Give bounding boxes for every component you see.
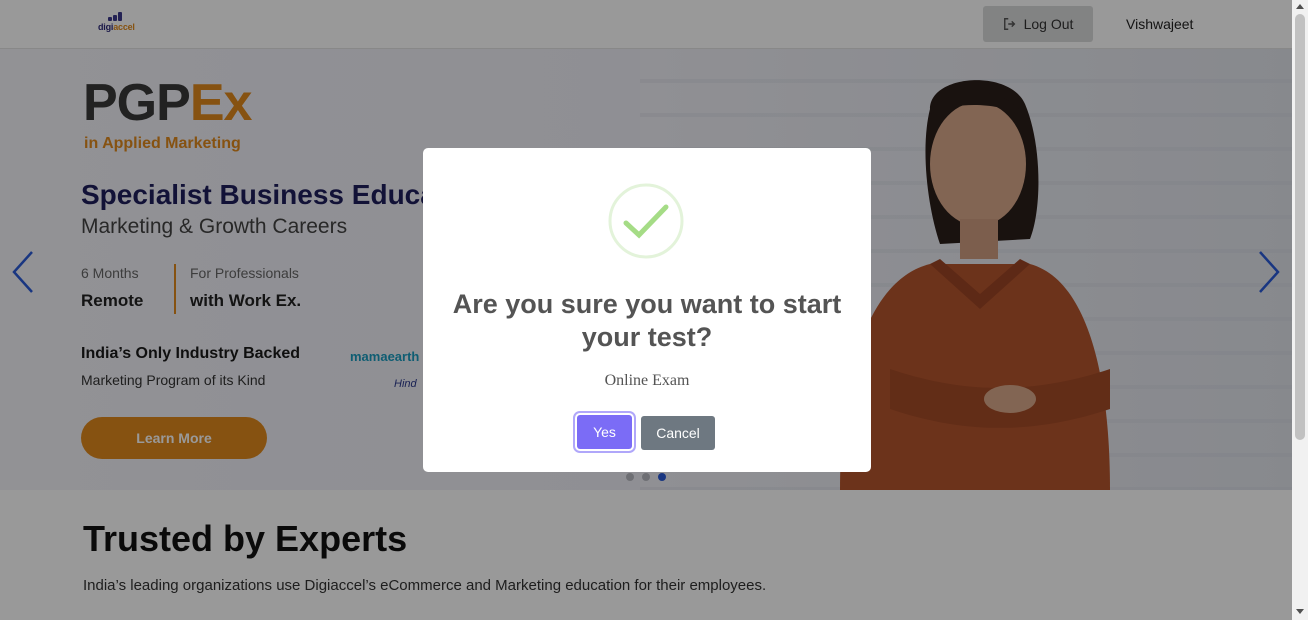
page: digiaccel Log Out Vishwajeet PGPEx in Ap… (0, 0, 1292, 620)
modal-backdrop[interactable]: Are you sure you want to start your test… (0, 0, 1292, 620)
scroll-thumb[interactable] (1295, 14, 1305, 440)
vertical-scrollbar[interactable] (1292, 0, 1308, 620)
confirm-dialog: Are you sure you want to start your test… (423, 148, 871, 472)
scroll-down-arrow-icon[interactable] (1296, 609, 1304, 614)
dialog-text: Online Exam (604, 372, 690, 389)
cancel-button[interactable]: Cancel (641, 416, 715, 450)
dialog-title: Are you sure you want to start your test… (452, 289, 842, 352)
confirm-yes-button[interactable]: Yes (577, 415, 632, 449)
scroll-up-arrow-icon[interactable] (1296, 4, 1304, 9)
success-check-icon (608, 183, 684, 259)
